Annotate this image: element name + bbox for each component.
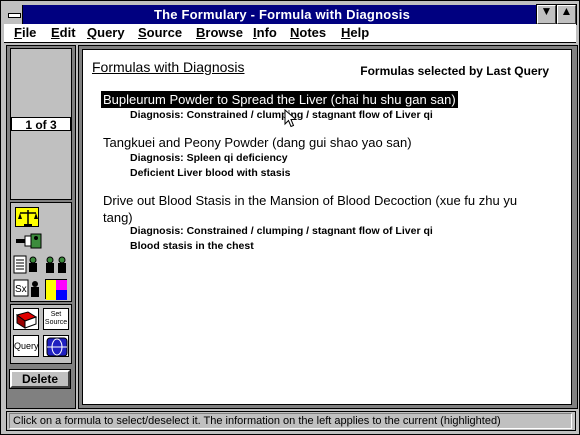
formula-item[interactable]: Tangkuei and Peony Powder (dang gui shao… — [103, 134, 412, 151]
menu-browse[interactable]: Browse — [196, 25, 243, 40]
window-title: The Formulary - Formula with Diagnosis — [153, 7, 411, 22]
record-counter: 1 of 3 — [11, 117, 71, 132]
menu-help[interactable]: Help — [341, 25, 369, 40]
delete-button[interactable]: Delete — [9, 369, 71, 389]
menu-query[interactable]: Query — [87, 25, 125, 40]
menu-source[interactable]: Source — [138, 25, 182, 40]
maximize-icon: ▲ — [560, 4, 573, 18]
system-menu-button[interactable] — [4, 5, 23, 24]
diagnosis-line: Blood stasis in the chest — [130, 240, 254, 252]
diagnosis-line: Diagnosis: Spleen qi deficiency — [130, 152, 288, 164]
book-icon[interactable] — [13, 308, 39, 330]
status-message: Click on a formula to select/deselect it… — [9, 413, 572, 429]
svg-text:Sx: Sx — [15, 284, 27, 295]
menu-edit[interactable]: Edit — [51, 25, 76, 40]
record-navigator: 1 of 3 — [10, 48, 72, 200]
formula-item[interactable]: Drive out Blood Stasis in the Mansion of… — [103, 192, 517, 209]
query-button[interactable]: Query — [13, 335, 39, 357]
document-people-icon[interactable] — [13, 255, 41, 275]
title-bar[interactable]: The Formulary - Formula with Diagnosis ▼… — [4, 4, 577, 25]
app-window: The Formulary - Formula with Diagnosis ▼… — [0, 0, 580, 435]
source-query-palette: Set Source Query — [10, 304, 72, 364]
diagnosis-line: Deficient Liver blood with stasis — [130, 167, 291, 179]
set-source-button[interactable]: Set Source — [43, 308, 69, 330]
globe-icon[interactable] — [43, 335, 69, 357]
pointing-hand-icon[interactable] — [15, 231, 43, 251]
maximize-button[interactable]: ▲ — [556, 4, 577, 25]
diagnosis-line: Diagnosis: Constrained / clumping / stag… — [130, 109, 433, 121]
menu-notes[interactable]: Notes — [290, 25, 326, 40]
page-title: Formulas with Diagnosis — [92, 59, 245, 75]
menu-file[interactable]: File — [14, 25, 36, 40]
menu-info[interactable]: Info — [253, 25, 277, 40]
scales-icon[interactable] — [15, 207, 39, 227]
sx-person-icon[interactable]: Sx — [13, 279, 41, 299]
formula-item-continued[interactable]: tang) — [103, 209, 133, 226]
menu-bar: File Edit Query Source Browse Info Notes… — [4, 24, 576, 43]
diagnosis-line: Diagnosis: Constrained / clumping / stag… — [130, 225, 433, 237]
tool-palette: Sx — [10, 202, 72, 302]
set-source-label: Set Source — [44, 311, 68, 326]
color-blocks-icon[interactable] — [45, 279, 67, 300]
minimize-button[interactable]: ▼ — [536, 4, 557, 25]
people-icon[interactable] — [43, 255, 69, 275]
formula-list: Formulas with Diagnosis Formulas selecte… — [82, 49, 572, 405]
query-label: Query — [14, 341, 39, 351]
query-caption: Formulas selected by Last Query — [360, 64, 549, 78]
formula-item-selected[interactable]: Bupleurum Powder to Spread the Liver (ch… — [101, 91, 458, 108]
main-panel: Formulas with Diagnosis Formulas selecte… — [78, 45, 578, 409]
minimize-icon: ▼ — [540, 4, 553, 18]
status-bar: Click on a formula to select/deselect it… — [6, 411, 576, 431]
mouse-cursor-icon — [284, 109, 298, 128]
left-panel: 1 of 3 Sx Set Source Query Delete — [6, 45, 76, 409]
